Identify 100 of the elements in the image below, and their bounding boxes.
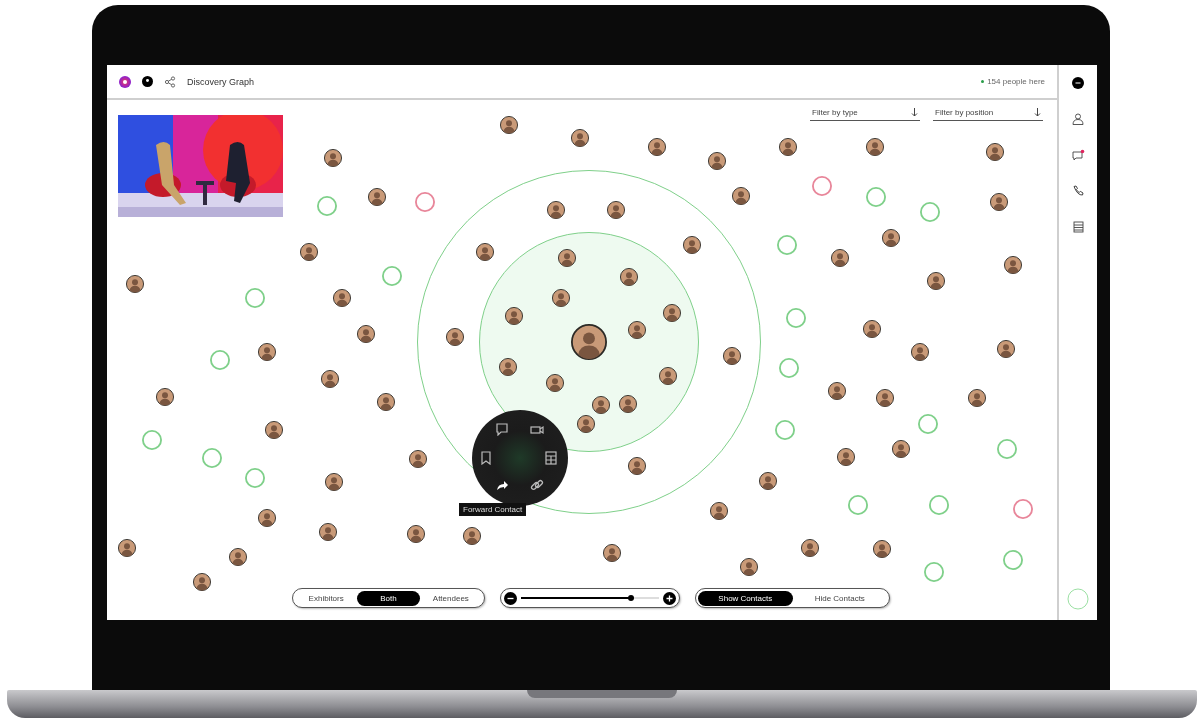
zoom-out-icon[interactable] — [504, 591, 517, 605]
phone-icon[interactable] — [1072, 185, 1084, 197]
avatar-icon[interactable] — [997, 340, 1015, 358]
avatar-icon[interactable] — [723, 347, 741, 365]
segment-tab[interactable]: Exhibitors — [295, 590, 358, 606]
avatar-icon[interactable] — [986, 143, 1004, 161]
empty-node-icon[interactable] — [812, 176, 832, 196]
empty-node-icon[interactable] — [317, 196, 337, 216]
forward-icon[interactable] — [496, 480, 509, 491]
avatar-icon[interactable] — [571, 129, 589, 147]
avatar-icon[interactable] — [683, 236, 701, 254]
avatar-icon[interactable] — [325, 473, 343, 491]
avatar-icon[interactable] — [648, 138, 666, 156]
empty-node-icon[interactable] — [415, 192, 435, 212]
avatar-icon[interactable] — [571, 324, 607, 360]
avatar-icon[interactable] — [710, 502, 728, 520]
avatar-icon[interactable] — [1004, 256, 1022, 274]
avatar-icon[interactable] — [357, 325, 375, 343]
share-icon[interactable] — [164, 75, 176, 88]
empty-node-icon[interactable] — [1003, 550, 1023, 570]
filter-dropdown[interactable]: Filter by position — [933, 108, 1043, 121]
avatar-icon[interactable] — [409, 450, 427, 468]
empty-node-icon[interactable] — [929, 495, 949, 515]
person-icon[interactable] — [1072, 113, 1084, 125]
chat-icon[interactable] — [495, 422, 509, 436]
avatar-icon[interactable] — [546, 374, 564, 392]
avatar-icon[interactable] — [229, 548, 247, 566]
avatar-icon[interactable] — [321, 370, 339, 388]
avatar-icon[interactable] — [708, 152, 726, 170]
chat-icon[interactable] — [1071, 149, 1085, 161]
avatar-icon[interactable] — [740, 558, 758, 576]
avatar-icon[interactable] — [324, 149, 342, 167]
avatar-icon[interactable] — [463, 527, 481, 545]
empty-node-icon[interactable] — [245, 288, 265, 308]
avatar-icon[interactable] — [126, 275, 144, 293]
segment-tab[interactable]: Show Contacts — [698, 590, 793, 606]
avatar-icon[interactable] — [476, 243, 494, 261]
avatar-icon[interactable] — [990, 193, 1008, 211]
avatar-icon[interactable] — [663, 304, 681, 322]
calendar-icon[interactable] — [545, 451, 557, 465]
empty-node-icon[interactable] — [920, 202, 940, 222]
avatar-icon[interactable] — [333, 289, 351, 307]
empty-node-icon[interactable] — [866, 187, 886, 207]
avatar-icon[interactable] — [619, 395, 637, 413]
avatar-icon[interactable] — [368, 188, 386, 206]
avatar-icon[interactable] — [911, 343, 929, 361]
avatar-icon[interactable] — [863, 320, 881, 338]
avatar-icon[interactable] — [592, 396, 610, 414]
empty-node-icon[interactable] — [245, 468, 265, 488]
empty-node-icon[interactable] — [924, 562, 944, 582]
empty-node-icon[interactable] — [786, 308, 806, 328]
link-icon[interactable] — [530, 478, 544, 492]
avatar-icon[interactable] — [547, 201, 565, 219]
avatar-icon[interactable] — [779, 138, 797, 156]
avatar-icon[interactable] — [927, 272, 945, 290]
avatar-icon[interactable] — [620, 268, 638, 286]
avatar-icon[interactable] — [156, 388, 174, 406]
empty-node-icon[interactable] — [848, 495, 868, 515]
video-icon[interactable] — [530, 424, 544, 436]
avatar-icon[interactable] — [968, 389, 986, 407]
avatar-icon[interactable] — [118, 539, 136, 557]
avatar-icon[interactable] — [628, 321, 646, 339]
avatar-icon[interactable] — [876, 389, 894, 407]
avatar-icon[interactable] — [300, 243, 318, 261]
avatar-icon[interactable] — [831, 249, 849, 267]
zoom-in-icon[interactable] — [663, 591, 676, 605]
avatar-icon[interactable] — [759, 472, 777, 490]
empty-node-icon[interactable] — [142, 430, 162, 450]
avatar-icon[interactable] — [552, 289, 570, 307]
avatar-icon[interactable] — [659, 367, 677, 385]
slider-thumb[interactable] — [628, 595, 635, 601]
avatar-icon[interactable] — [377, 393, 395, 411]
empty-node-icon[interactable] — [202, 448, 222, 468]
segment-tab[interactable]: Both — [357, 590, 420, 606]
empty-node-icon[interactable] — [997, 439, 1017, 459]
avatar-icon[interactable] — [407, 525, 425, 543]
avatar-icon[interactable] — [801, 539, 819, 557]
empty-node-icon[interactable] — [777, 235, 797, 255]
avatar-icon[interactable] — [193, 573, 211, 591]
avatar-icon[interactable] — [873, 540, 891, 558]
bookmark-icon[interactable] — [480, 451, 492, 465]
empty-node-icon[interactable] — [918, 414, 938, 434]
empty-node-icon[interactable] — [382, 266, 402, 286]
avatar-icon[interactable] — [866, 138, 884, 156]
segment-tab[interactable]: Hide Contacts — [792, 590, 887, 606]
empty-node-icon[interactable] — [779, 358, 799, 378]
avatar-icon[interactable] — [837, 448, 855, 466]
avatar-icon[interactable] — [499, 358, 517, 376]
avatar-icon[interactable] — [577, 415, 595, 433]
calendar-icon[interactable] — [1072, 221, 1084, 233]
avatar-icon[interactable] — [828, 382, 846, 400]
avatar-icon[interactable] — [265, 421, 283, 439]
avatar-icon[interactable] — [500, 116, 518, 134]
avatar-icon[interactable] — [505, 307, 523, 325]
avatar-icon[interactable] — [558, 249, 576, 267]
avatar-icon[interactable] — [258, 343, 276, 361]
avatar-icon[interactable] — [607, 201, 625, 219]
user-avatar-icon[interactable] — [1072, 77, 1084, 89]
avatar-icon[interactable] — [319, 523, 337, 541]
avatar-icon[interactable] — [603, 544, 621, 562]
